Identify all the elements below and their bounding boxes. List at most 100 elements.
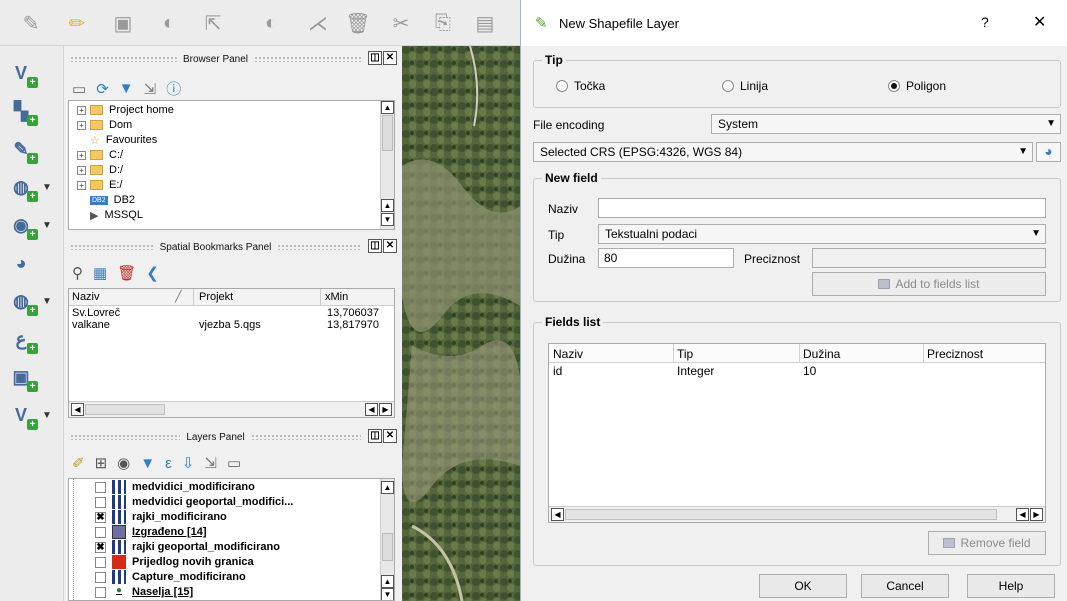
layer-item[interactable]: ● Naselja [15] <box>95 585 193 599</box>
remove-field-button[interactable]: Remove field <box>928 531 1046 555</box>
tree-item[interactable]: DB2 DB2 <box>77 193 135 207</box>
scroll-thumb[interactable] <box>565 509 997 520</box>
scroll-down-icon[interactable]: ▼ <box>381 213 394 226</box>
radio-polygon[interactable]: Poligon <box>888 79 946 93</box>
layer-visibility-checkbox[interactable] <box>95 586 106 598</box>
collapse-all-icon[interactable]: ⇲ <box>144 80 157 98</box>
remove-layer-icon[interactable]: ▭ <box>227 454 241 472</box>
layer-item[interactable]: Capture_modificirano <box>95 570 246 584</box>
add-delimited-text-icon[interactable]: ✎ + <box>6 134 38 164</box>
add-feature-icon[interactable]: ◐ <box>156 10 182 36</box>
edit-pencil-icon[interactable]: ✏ <box>64 10 90 36</box>
tree-item[interactable]: ▶ MSSQL <box>77 208 143 222</box>
scroll-up-icon[interactable]: ▲ <box>381 199 394 212</box>
scroll-up-icon[interactable]: ▲ <box>381 481 394 494</box>
scroll-thumb[interactable] <box>382 533 393 561</box>
tree-item[interactable]: + D:/ <box>77 163 123 177</box>
add-postgis-layer-icon[interactable]: ◍ + <box>6 172 38 202</box>
add-to-fields-button[interactable]: Add to fields list <box>812 272 1046 296</box>
simplify-icon[interactable]: ⋌ <box>305 10 331 36</box>
crs-selector-icon[interactable]: ◕ <box>1036 142 1061 162</box>
column-header[interactable]: Tip <box>677 347 693 361</box>
scroll-up-icon[interactable]: ▲ <box>381 575 394 588</box>
column-header[interactable]: Preciznost <box>927 347 983 361</box>
layer-visibility-checkbox[interactable]: ✖ <box>95 541 106 553</box>
add-vector-layer-icon[interactable]: V + <box>6 58 38 88</box>
column-header[interactable]: Naziv <box>553 347 583 361</box>
tree-item[interactable]: + Project home <box>77 103 174 117</box>
layer-item[interactable]: Izgrađeno [14] <box>95 525 207 539</box>
cancel-button[interactable]: Cancel <box>861 574 949 598</box>
field-name-input[interactable] <box>598 198 1046 218</box>
table-row[interactable]: valkane vjezba 5.qgs 13,817970 <box>69 319 394 331</box>
layer-item[interactable]: ✖ rajki geoportal_modificirano <box>95 540 280 554</box>
horizontal-scrollbar[interactable]: ◀ ◀ ▶ <box>549 506 1045 522</box>
layer-visibility-checkbox[interactable] <box>95 556 106 568</box>
delete-selected-icon[interactable]: 🗑 <box>345 10 371 36</box>
column-header[interactable]: Naziv <box>72 291 100 303</box>
layer-item[interactable]: ✖ rajki_modificirano <box>95 510 227 524</box>
chevron-down-icon[interactable]: ▼ <box>42 296 52 307</box>
column-header[interactable]: Dužina <box>803 347 840 361</box>
layers-scrollbar[interactable]: ▲ ▲ ▼ <box>380 479 394 600</box>
scroll-down-icon[interactable]: ▼ <box>381 588 394 600</box>
new-layer-icon[interactable]: V + <box>6 400 38 430</box>
radio-indicator[interactable] <box>722 80 734 92</box>
help-button[interactable]: Help <box>967 574 1055 598</box>
tree-item[interactable]: + E:/ <box>77 178 122 192</box>
layer-visibility-checkbox[interactable] <box>95 481 106 493</box>
filter-icon[interactable]: ▼ <box>119 80 134 97</box>
radio-indicator[interactable] <box>556 80 568 92</box>
table-row[interactable]: id Integer 10 <box>549 364 1045 378</box>
scroll-thumb[interactable] <box>85 404 165 415</box>
column-header[interactable]: xMin <box>325 291 348 303</box>
layer-visibility-checkbox[interactable] <box>95 496 106 508</box>
layer-item[interactable]: medvidici_modificirano <box>95 480 255 494</box>
copy-icon[interactable]: ⎘ <box>430 10 456 36</box>
add-wfs-layer-icon[interactable]: ◍ + <box>6 286 38 316</box>
layer-item[interactable]: Prijedlog novih granica <box>95 555 254 569</box>
field-type-select[interactable]: Tekstualni podaci ▼ <box>598 224 1046 244</box>
cut-icon[interactable]: ✂ <box>388 10 414 36</box>
scroll-up-icon[interactable]: ▲ <box>381 101 394 114</box>
tree-item[interactable]: ☆ Favourites <box>77 133 157 147</box>
refresh-icon[interactable]: ⟳ <box>96 80 109 98</box>
chevron-down-icon[interactable]: ▼ <box>42 410 52 421</box>
float-panel-icon[interactable]: ◫ <box>368 429 382 443</box>
info-icon[interactable]: ⓘ <box>166 78 181 99</box>
layer-item[interactable]: medvidici geoportal_modifici... <box>95 495 293 509</box>
scroll-left-icon[interactable]: ◀ <box>71 403 84 416</box>
scroll-right-icon[interactable]: ▶ <box>379 403 392 416</box>
close-icon[interactable]: ✕ <box>383 239 397 253</box>
add-spatialite-layer-icon[interactable]: ع + <box>6 324 38 354</box>
scroll-left-icon[interactable]: ◀ <box>551 508 564 521</box>
close-icon[interactable]: ✕ <box>383 51 397 65</box>
column-header[interactable]: Projekt <box>199 291 233 303</box>
field-length-input[interactable]: 80 <box>598 248 734 268</box>
node-tool-icon[interactable]: ◐ <box>258 10 284 36</box>
layer-visibility-checkbox[interactable] <box>95 571 106 583</box>
move-feature-icon[interactable]: ⇱ <box>200 10 226 36</box>
filter-legend-icon[interactable]: ▼ <box>140 455 155 472</box>
add-selected-icon[interactable]: ▭ <box>72 80 86 98</box>
crs-select[interactable]: Selected CRS (EPSG:4326, WGS 84) ▼ <box>533 142 1033 162</box>
ok-button[interactable]: OK <box>759 574 847 598</box>
scroll-left-icon[interactable]: ◀ <box>1016 508 1029 521</box>
add-virtual-layer-icon[interactable]: ▣ + <box>6 362 38 392</box>
radio-line[interactable]: Linija <box>722 79 768 93</box>
globe-icon[interactable]: ◕ <box>6 248 36 278</box>
save-layer-icon[interactable]: ▣ <box>110 10 136 36</box>
add-wms-layer-icon[interactable]: ◉ + <box>6 210 38 240</box>
chevron-down-icon[interactable]: ▼ <box>42 182 52 193</box>
new-bookmark-icon[interactable]: ▦ <box>93 264 107 282</box>
expression-filter-icon[interactable]: ε <box>165 455 172 472</box>
radio-indicator[interactable] <box>888 80 900 92</box>
scroll-right-icon[interactable]: ▶ <box>1030 508 1043 521</box>
collapse-all-icon[interactable]: ⇲ <box>204 454 217 472</box>
help-title-button[interactable]: ? <box>981 14 989 30</box>
chevron-down-icon[interactable]: ▼ <box>42 220 52 231</box>
digitize-pencil-icon[interactable]: ✎ <box>18 10 44 36</box>
horizontal-scrollbar[interactable]: ◀ ◀ ▶ <box>69 401 394 417</box>
add-raster-layer-icon[interactable]: ▚ + <box>6 96 38 126</box>
delete-bookmark-icon[interactable]: 🗑 <box>117 264 136 282</box>
